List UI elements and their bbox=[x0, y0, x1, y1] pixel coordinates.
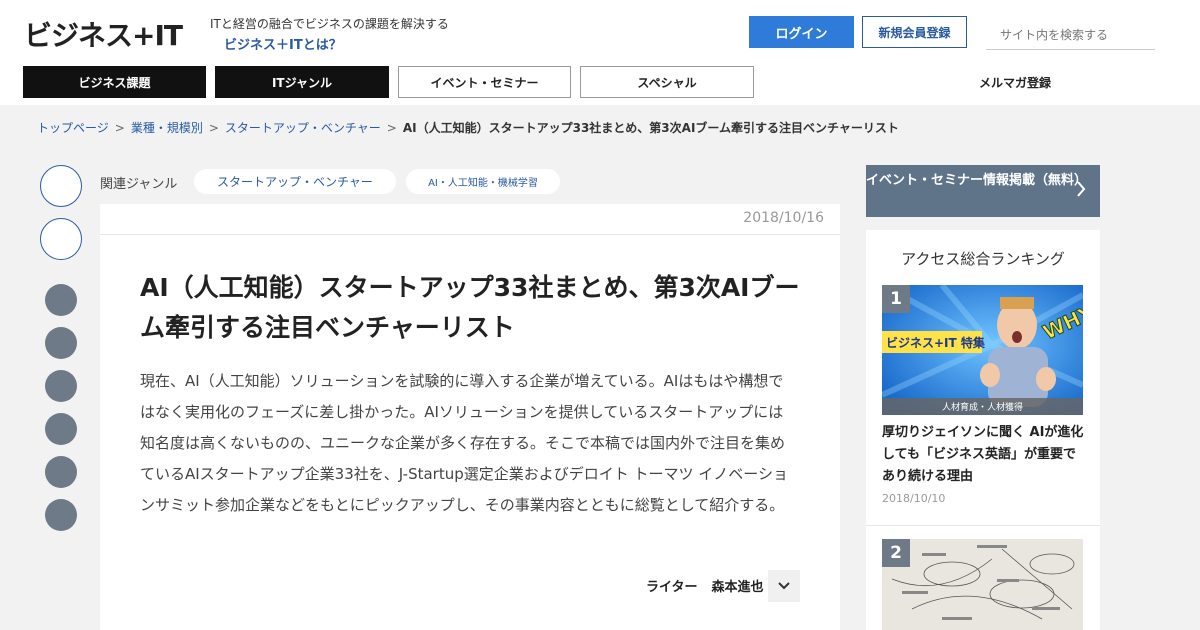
breadcrumb-item[interactable]: トップページ bbox=[37, 121, 109, 135]
access-ranking: アクセス総合ランキング 1 WHY? ビジネス+IT 特集 人材育成・人材獲得 … bbox=[866, 230, 1100, 630]
article-lead: 現在、AI（人工知能）ソリューションを試験的に導入する企業が増えている。AIはも… bbox=[140, 372, 788, 514]
login-button[interactable]: ログイン bbox=[749, 16, 854, 48]
share-icon[interactable] bbox=[45, 499, 77, 531]
newsletter-link[interactable]: メルマガ登録 bbox=[960, 66, 1070, 98]
ranking-thumbnail-illustration: WHY? ビジネス+IT 特集 人材育成・人材獲得 bbox=[882, 285, 1083, 415]
breadcrumb-item[interactable]: 業種・規模別 bbox=[131, 121, 203, 135]
site-logo[interactable]: ビジネス+IT bbox=[24, 14, 183, 54]
rank-number: 2 bbox=[882, 539, 910, 567]
ranking-item-image[interactable]: 2 bbox=[882, 539, 1083, 630]
nav-tab-business[interactable]: ビジネス課題 bbox=[23, 66, 206, 98]
register-button[interactable]: 新規会員登録 bbox=[862, 16, 967, 48]
share-icon[interactable] bbox=[45, 284, 77, 316]
breadcrumb-separator: > bbox=[114, 121, 125, 135]
event-banner-label: イベント・セミナー情報掲載（無料） bbox=[866, 173, 1088, 188]
nav-tab-events[interactable]: イベント・セミナー bbox=[398, 66, 571, 98]
article-date: 2018/10/16 bbox=[743, 210, 824, 226]
divider bbox=[866, 525, 1100, 526]
ranking-title: アクセス総合ランキング bbox=[901, 250, 1065, 268]
breadcrumb-item[interactable]: スタートアップ・ベンチャー bbox=[225, 121, 381, 135]
breadcrumb-separator: > bbox=[208, 121, 219, 135]
nav-tab-special[interactable]: スペシャル bbox=[580, 66, 754, 98]
about-link[interactable]: ビジネス＋ITとは？ bbox=[224, 34, 342, 53]
article-card: 2018/10/16 AI（人工知能）スタートアップ33社まとめ、第3次AIブー… bbox=[100, 204, 840, 630]
ranking-thumbnail-diagram bbox=[882, 539, 1083, 630]
site-header: ビジネス+IT ITと経営の融合でビジネスの課題を解決する ビジネス＋ITとは？… bbox=[0, 0, 1200, 105]
rank-number: 1 bbox=[882, 285, 910, 313]
site-tagline: ITと経営の融合でビジネスの課題を解決する bbox=[210, 17, 449, 31]
breadcrumb-separator: > bbox=[386, 121, 397, 135]
thumbnail-badge-text: ビジネス+IT 特集 bbox=[886, 335, 986, 350]
share-icon[interactable] bbox=[45, 327, 77, 359]
writer-expand-button[interactable] bbox=[768, 570, 800, 602]
chevron-down-icon bbox=[778, 582, 790, 590]
nav-tab-it-genre[interactable]: ITジャンル bbox=[215, 66, 389, 98]
breadcrumb: トップページ > 業種・規模別 > スタートアップ・ベンチャー > AI（人工知能）スタート… bbox=[37, 119, 899, 136]
genre-chip[interactable]: スタートアップ・ベンチャー bbox=[194, 169, 396, 194]
related-genre-label: 関連ジャンル bbox=[100, 177, 178, 192]
article-title: AI（人工知能）スタートアップ33社まとめ、第3次AIブーム牽引する注目ベンチャ… bbox=[140, 273, 800, 342]
event-listing-banner[interactable]: イベント・セミナー情報掲載（無料） bbox=[866, 165, 1100, 217]
thumbnail-caption: 人材育成・人材獲得 bbox=[942, 401, 1023, 413]
divider bbox=[100, 234, 840, 235]
article-writer: ライター 森本進也 bbox=[646, 576, 764, 595]
chevron-right-icon bbox=[1077, 181, 1086, 197]
ranking-item-date: 2018/10/10 bbox=[882, 492, 946, 505]
share-button[interactable] bbox=[40, 165, 82, 207]
writer-name[interactable]: 森本進也 bbox=[711, 580, 763, 595]
genre-chip[interactable]: AI・人工知能・機械学習 bbox=[406, 169, 560, 194]
ranking-item-image[interactable]: 1 WHY? ビジネス+IT 特集 人材育成・人材獲得 bbox=[882, 285, 1083, 415]
ranking-item-title[interactable]: 厚切りジェイソンに聞く AIが進化しても「ビジネス英語」が重要であり続ける理由 bbox=[882, 422, 1087, 488]
breadcrumb-current: AI（人工知能）スタートアップ33社まとめ、第3次AIブーム牽引する注目ベンチャ… bbox=[402, 121, 899, 135]
search-input[interactable] bbox=[986, 20, 1155, 50]
share-icon[interactable] bbox=[45, 370, 77, 402]
share-icon[interactable] bbox=[45, 456, 77, 488]
share-button[interactable] bbox=[40, 218, 82, 260]
writer-label: ライター bbox=[646, 580, 698, 595]
share-icon[interactable] bbox=[45, 413, 77, 445]
